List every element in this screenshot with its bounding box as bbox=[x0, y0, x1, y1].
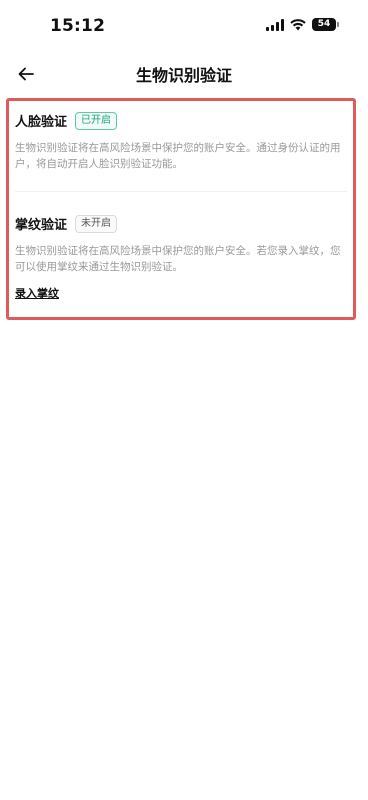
palm-verification-title: 掌纹验证 bbox=[15, 218, 68, 233]
palm-status-badge: 未开启 bbox=[75, 214, 118, 233]
battery-level: 54 bbox=[317, 19, 331, 29]
wifi-icon bbox=[290, 18, 306, 31]
face-verification-section: 人脸验证 已开启 生物识别验证将在高风险场景中保护您的账户安全。通过身份认证的用… bbox=[15, 111, 347, 172]
battery-icon: 54 bbox=[312, 18, 339, 31]
biometric-options-card: 人脸验证 已开启 生物识别验证将在高风险场景中保护您的账户安全。通过身份认证的用… bbox=[6, 98, 356, 320]
face-verification-title: 人脸验证 bbox=[15, 115, 68, 130]
face-status-badge: 已开启 bbox=[75, 111, 118, 130]
status-bar: 15:12 54 bbox=[0, 0, 368, 52]
cellular-signal-icon bbox=[266, 18, 284, 31]
status-time: 15:12 bbox=[50, 16, 106, 36]
navigation-bar: 生物识别验证 bbox=[0, 52, 368, 96]
palm-verification-description: 生物识别验证将在高风险场景中保护您的账户安全。若您录入掌纹，您可以使用掌纹来通过… bbox=[15, 245, 341, 273]
face-verification-description: 生物识别验证将在高风险场景中保护您的账户安全。通过身份认证的用户，将自动开启人脸… bbox=[15, 142, 341, 170]
page-title: 生物识别验证 bbox=[135, 66, 232, 85]
status-icons: 54 bbox=[266, 18, 339, 31]
enroll-palm-link[interactable]: 录入掌纹 bbox=[15, 285, 59, 301]
section-divider bbox=[15, 191, 347, 192]
palm-verification-section: 掌纹验证 未开启 生物识别验证将在高风险场景中保护您的账户安全。若您录入掌纹，您… bbox=[15, 214, 347, 301]
